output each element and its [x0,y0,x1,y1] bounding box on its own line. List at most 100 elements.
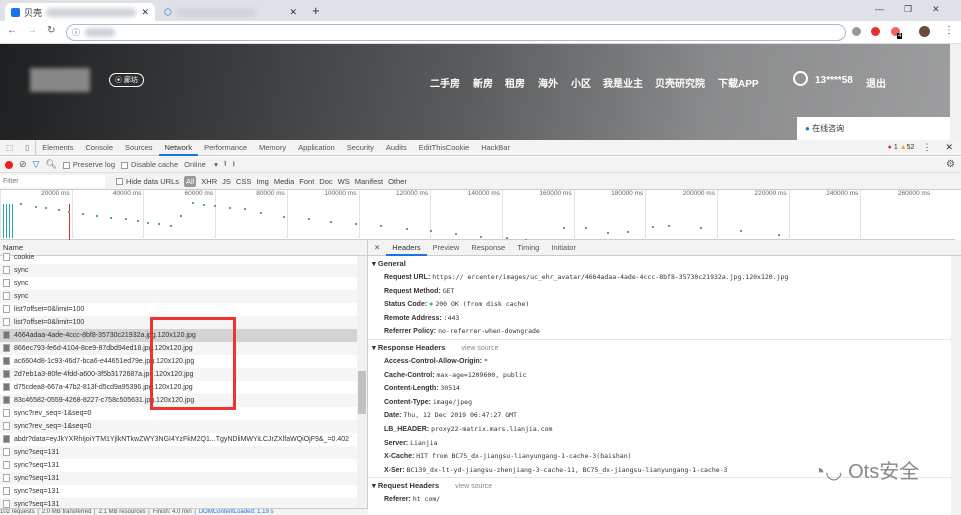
tab-initiator[interactable]: Initiator [545,240,582,256]
tab-response[interactable]: Response [465,240,511,256]
response-headers-section-toggle[interactable]: ▾ Response Headers view source [368,338,961,355]
nav-zufang[interactable]: 租房 [505,75,525,90]
url-input[interactable]: ⓘ [66,24,846,41]
nav-xinfang[interactable]: 新房 [473,75,493,90]
tab-memory[interactable]: Memory [253,140,292,156]
close-devtools-icon[interactable]: ✕ [945,142,953,153]
network-overview-timeline[interactable]: 20000 ms 40000 ms 60000 ms 80000 ms 100000 m… [0,190,955,244]
request-row[interactable]: sync [0,264,357,277]
city-selector[interactable]: ⦿ 廊坊 [109,73,144,87]
record-button[interactable] [5,160,13,169]
nav-xiaoqu[interactable]: 小区 [571,75,591,90]
import-har-icon[interactable]: ⭱ [224,158,227,171]
tab-security[interactable]: Security [341,140,380,156]
logout-link[interactable]: 退出 [866,75,886,90]
tab-preview[interactable]: Preview [427,240,466,256]
nav-research[interactable]: 贝壳研究院 [655,75,705,90]
browser-tab[interactable]: ⬡ ✕ [158,3,303,21]
type-font[interactable]: Font [299,177,314,186]
tab-elements[interactable]: Elements [36,140,79,156]
close-tab-icon[interactable]: ✕ [289,7,297,18]
tab-performance[interactable]: Performance [198,140,253,156]
request-list-scrollbar[interactable] [357,256,367,508]
request-row[interactable]: abdr?data=eyJkYXRhIjoiYTM1YjlkNTkwZWY3NG… [0,433,357,446]
search-icon[interactable]: 🔍︎ [45,159,56,170]
forward-icon[interactable]: → [27,25,37,36]
tab-editthiscookie[interactable]: EditThisCookie [413,140,475,156]
type-xhr[interactable]: XHR [201,177,217,186]
general-section-toggle[interactable]: ▾ General [368,256,961,271]
reload-icon[interactable]: ↻ [47,25,55,36]
request-row[interactable]: sync [0,277,357,290]
filter-input[interactable] [0,174,105,188]
type-img[interactable]: Img [256,177,269,186]
nav-haiwai[interactable]: 海外 [538,75,558,90]
avatar[interactable] [919,26,930,37]
timeline-dot [137,219,139,222]
clear-icon[interactable]: ⊘ [19,159,27,170]
request-row[interactable]: sync?seq=131 [0,472,357,485]
back-icon[interactable]: ← [7,25,17,36]
new-tab-button[interactable]: + [312,3,320,18]
tab-hackbar[interactable]: HackBar [475,140,516,156]
online-consult-button[interactable]: ● 在线咨询 [797,117,950,140]
tab-timing[interactable]: Timing [511,240,545,256]
view-source-link[interactable]: view source [455,483,492,490]
type-js[interactable]: JS [222,177,231,186]
type-doc[interactable]: Doc [319,177,332,186]
close-detail-icon[interactable]: ✕ [368,240,386,256]
minimize-button[interactable]: — [875,4,884,15]
extension-icon[interactable] [871,27,880,36]
settings-gear-icon[interactable]: ⚙ [946,159,955,170]
hide-data-urls-checkbox[interactable]: Hide data URLs [116,177,179,186]
type-css[interactable]: CSS [236,177,251,186]
nav-owner[interactable]: 我是业主 [603,75,643,90]
request-row[interactable]: sync?seq=131 [0,446,357,459]
document-icon [3,487,10,496]
close-window-button[interactable]: ✕ [932,4,940,15]
throttle-select[interactable]: Online ▾ [184,160,218,169]
export-har-icon[interactable]: ⭳ [233,158,236,171]
page-scrollbar[interactable] [950,44,961,140]
type-ws[interactable]: WS [338,177,350,186]
request-row[interactable]: list?offset=0&limit=100 [0,303,357,316]
request-row[interactable]: cookie [0,251,357,264]
maximize-button[interactable]: ❐ [904,4,912,15]
preserve-log-checkbox[interactable]: Preserve log [62,160,115,169]
request-row[interactable]: sync [0,290,357,303]
tab-audits[interactable]: Audits [380,140,413,156]
request-name: cookie [14,254,35,261]
disable-cache-checkbox[interactable]: Disable cache [121,160,178,169]
issues-counter[interactable]: ● 1 ▲52 [888,144,915,151]
filter-icon[interactable]: ▽ [33,159,40,170]
view-source-link[interactable]: view source [461,345,498,352]
tab-sources[interactable]: Sources [119,140,159,156]
header-value: 30514 [440,384,460,393]
site-logo[interactable] [30,68,90,92]
tab-headers[interactable]: Headers [386,240,427,256]
timeline-dot [308,218,310,220]
document-icon [3,409,10,418]
extension-icon[interactable] [852,27,861,36]
browser-tab-active[interactable]: 贝壳 ✕ [5,3,155,21]
request-row[interactable]: sync?rev_seq=-1&seq=0 [0,420,357,433]
type-other[interactable]: Other [388,177,407,186]
device-toolbar-icon[interactable]: ▯ [19,139,37,156]
request-row[interactable]: sync?seq=131 [0,485,357,498]
menu-icon[interactable]: ⋮ [944,25,954,36]
tab-console[interactable]: Console [80,140,120,156]
nav-ershoufang[interactable]: 二手房 [430,75,460,90]
inspect-icon[interactable]: ⬚ [0,140,19,156]
close-tab-icon[interactable]: ✕ [141,7,149,18]
request-row[interactable]: sync?seq=131 [0,459,357,472]
user-phone[interactable]: 13****58 [815,75,853,86]
nav-download-app[interactable]: 下载APP [718,75,759,90]
tab-application[interactable]: Application [292,140,341,156]
tab-network[interactable]: Network [158,140,199,156]
timeline-tick: 100000 ms [286,190,359,240]
devtools-menu-icon[interactable]: ⋮ [922,142,931,153]
type-manifest[interactable]: Manifest [355,177,383,186]
type-media[interactable]: Media [274,177,294,186]
detail-scrollbar[interactable] [951,256,961,515]
type-all[interactable]: All [183,175,197,187]
